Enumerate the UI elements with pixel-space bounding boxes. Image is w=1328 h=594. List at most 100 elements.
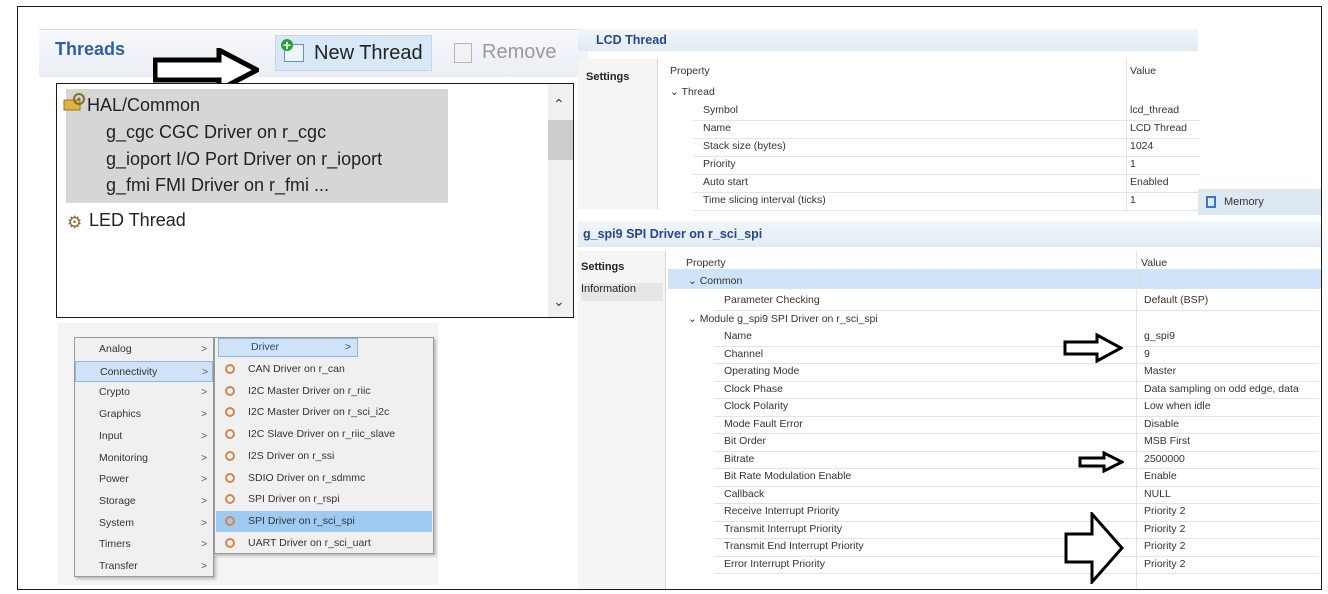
spi-group-module[interactable]: ⌄ Module g_spi9 SPI Driver on r_sci_spi xyxy=(688,313,878,325)
spi-value-error-interrupt-priority[interactable]: Priority 2 xyxy=(1144,558,1319,570)
lcd-value-auto-start[interactable]: Enabled xyxy=(1130,176,1200,188)
scroll-down-chevron-icon[interactable]: ⌄ xyxy=(553,293,565,310)
submenu-item-sdio-driver-on-r-sdmmc[interactable]: SDIO Driver on r_sdmmc xyxy=(216,468,432,489)
lcd-property-time-slicing-interval-ticks: Time slicing interval (ticks) xyxy=(703,194,826,206)
thread-item-g-ioport[interactable]: g_ioport I/O Port Driver on r_ioport xyxy=(106,149,382,170)
menu-category-label: System xyxy=(99,516,135,529)
menu-category-label: Input xyxy=(99,429,123,442)
lcd-tab-settings[interactable]: Settings xyxy=(586,71,629,83)
spi-row-divider xyxy=(714,538,1319,539)
spi-value-clock-phase[interactable]: Data sampling on odd edge, data xyxy=(1144,383,1319,395)
scrollbar-thumb[interactable] xyxy=(548,120,573,160)
new-thread-button[interactable]: New Thread xyxy=(275,35,432,71)
lcd-value-priority[interactable]: 1 xyxy=(1130,158,1200,170)
spi-row-divider xyxy=(714,310,1319,311)
spi-row-divider xyxy=(714,433,1319,434)
submenu-item-i2c-slave-driver-on-r-riic-slave[interactable]: I2C Slave Driver on r_riic_slave xyxy=(216,424,432,445)
remove-icon xyxy=(454,43,472,63)
menu-category-system[interactable]: System > xyxy=(75,513,213,534)
menu-category-transfer[interactable]: Transfer > xyxy=(75,556,213,577)
chevron-right-icon: > xyxy=(201,494,208,507)
driver-component-icon xyxy=(225,385,235,396)
spi-property-channel: Channel xyxy=(724,347,764,360)
lcd-column-divider xyxy=(1126,59,1127,211)
submenu-item-can-driver-on-r-can[interactable]: CAN Driver on r_can xyxy=(216,359,432,380)
spi-value-mode-fault-error[interactable]: Disable xyxy=(1144,418,1319,430)
menu-category-monitoring[interactable]: Monitoring > xyxy=(75,448,213,469)
spi-value-bitrate[interactable]: 2500000 xyxy=(1144,453,1319,465)
chevron-right-icon: > xyxy=(201,408,208,421)
menu-category-crypto[interactable]: Crypto > xyxy=(75,382,213,403)
spi-row-divider xyxy=(714,415,1319,417)
lcd-group-thread-label: Thread xyxy=(681,86,715,98)
spi-property-operating-mode: Operating Mode xyxy=(724,365,800,377)
lcd-row-divider xyxy=(693,210,1200,211)
lcd-value-stack-size-bytes[interactable]: 1024 xyxy=(1130,140,1200,152)
thread-item-g-cgc[interactable]: g_cgc CGC Driver on r_cgc xyxy=(106,122,326,143)
memory-tab[interactable]: Memory xyxy=(1198,189,1321,215)
spi-value-callback[interactable]: NULL xyxy=(1144,488,1319,500)
driver-component-icon xyxy=(225,364,235,374)
submenu-header-driver[interactable]: Driver > xyxy=(218,338,358,357)
spi-value-name[interactable]: g_spi9 xyxy=(1144,330,1319,342)
scroll-up-chevron-icon[interactable]: ⌃ xyxy=(553,96,565,113)
menu-category-connectivity[interactable]: Connectivity > xyxy=(75,360,213,382)
arrow-annotation-bitrate xyxy=(1078,451,1124,473)
spi-property-mode-fault-error: Mode Fault Error xyxy=(724,417,803,430)
spi-row-divider xyxy=(714,503,1319,504)
lcd-group-thread[interactable]: ⌄ Thread xyxy=(670,86,715,98)
menu-category-power[interactable]: Power > xyxy=(75,469,213,490)
spi-value-transmit-interrupt-priority[interactable]: Priority 2 xyxy=(1144,523,1319,535)
spi-column-divider xyxy=(1136,251,1137,589)
thread-list-scrollbar[interactable] xyxy=(548,84,573,317)
spi-group-common[interactable]: ⌄ Common xyxy=(688,275,742,287)
lcd-row-divider xyxy=(693,138,1200,139)
spi-property-transmit-interrupt-priority: Transmit Interrupt Priority xyxy=(724,522,843,535)
spi-value-bit-rate-modulation-enable[interactable]: Enable xyxy=(1144,470,1319,482)
menu-category-input[interactable]: Input > xyxy=(75,426,213,447)
submenu-item-i2s-driver-on-r-ssi[interactable]: I2S Driver on r_ssi xyxy=(216,446,432,467)
thread-item-g-fmi[interactable]: g_fmi FMI Driver on r_fmi ... xyxy=(106,175,329,196)
spi-value-transmit-end-interrupt-priority[interactable]: Priority 2 xyxy=(1144,540,1319,552)
spi-value-receive-interrupt-priority[interactable]: Priority 2 xyxy=(1144,505,1319,517)
thread-item-led-thread[interactable]: LED Thread xyxy=(89,210,186,231)
spi-row-divider xyxy=(714,380,1319,382)
submenu-item-i2c-master-driver-on-r-riic[interactable]: I2C Master Driver on r_riic xyxy=(216,381,432,402)
spi-value-clock-polarity[interactable]: Low when idle xyxy=(1144,400,1319,412)
menu-category-timers[interactable]: Timers > xyxy=(75,534,213,555)
chevron-right-icon: > xyxy=(201,473,208,486)
driver-component-icon xyxy=(225,407,235,418)
menu-category-analog[interactable]: Analog > xyxy=(75,339,213,360)
spi-row-divider xyxy=(714,573,1319,574)
spi-value-operating-mode[interactable]: Master xyxy=(1144,365,1319,377)
menu-category-graphics[interactable]: Graphics > xyxy=(75,404,213,425)
spi-row-divider xyxy=(714,345,1319,347)
spi-row-divider xyxy=(714,555,1319,557)
chevron-right-icon: > xyxy=(202,365,209,378)
spi-selected-common-row xyxy=(668,269,1321,289)
spi-value-channel[interactable]: 9 xyxy=(1144,348,1319,360)
arrow-annotation-priorities xyxy=(1064,512,1124,584)
submenu-item-uart-driver-on-r-sci-uart[interactable]: UART Driver on r_sci_uart xyxy=(216,533,432,554)
spi-value-bit-order[interactable]: MSB First xyxy=(1144,435,1319,447)
lcd-property-symbol: Symbol xyxy=(703,104,739,116)
thread-item-hal-common[interactable]: HAL/Common xyxy=(87,95,200,116)
spi-property-error-interrupt-priority: Error Interrupt Priority xyxy=(724,557,825,570)
lcd-col-value: Value xyxy=(1130,65,1157,77)
submenu-item-i2c-master-driver-on-r-sci-i2c[interactable]: I2C Master Driver on r_sci_i2c xyxy=(216,402,432,423)
remove-button[interactable]: Remove xyxy=(450,35,562,71)
spi-property-bit-order: Bit Order xyxy=(724,435,767,447)
menu-category-label: Graphics xyxy=(99,408,142,421)
chevron-right-icon: > xyxy=(201,386,208,399)
lcd-value-name[interactable]: LCD Thread xyxy=(1130,122,1200,134)
driver-component-icon xyxy=(225,537,235,548)
submenu-item-spi-driver-on-r-sci-spi[interactable]: SPI Driver on r_sci_spi xyxy=(216,510,432,532)
spi-tab-settings[interactable]: Settings xyxy=(581,261,624,273)
spi-value-parameter-checking[interactable]: Default (BSP) xyxy=(1144,294,1319,306)
submenu-item-spi-driver-on-r-rspi[interactable]: SPI Driver on r_rspi xyxy=(216,489,432,510)
spi-tab-information[interactable]: Information xyxy=(581,283,663,301)
menu-category-storage[interactable]: Storage > xyxy=(75,491,213,512)
lcd-value-symbol[interactable]: lcd_thread xyxy=(1130,104,1200,116)
lcd-value-time-slicing-interval-ticks[interactable]: 1 xyxy=(1130,194,1200,206)
screenshot-frame: Threads New Thread Remove HAL/Common g_c… xyxy=(17,6,1322,590)
